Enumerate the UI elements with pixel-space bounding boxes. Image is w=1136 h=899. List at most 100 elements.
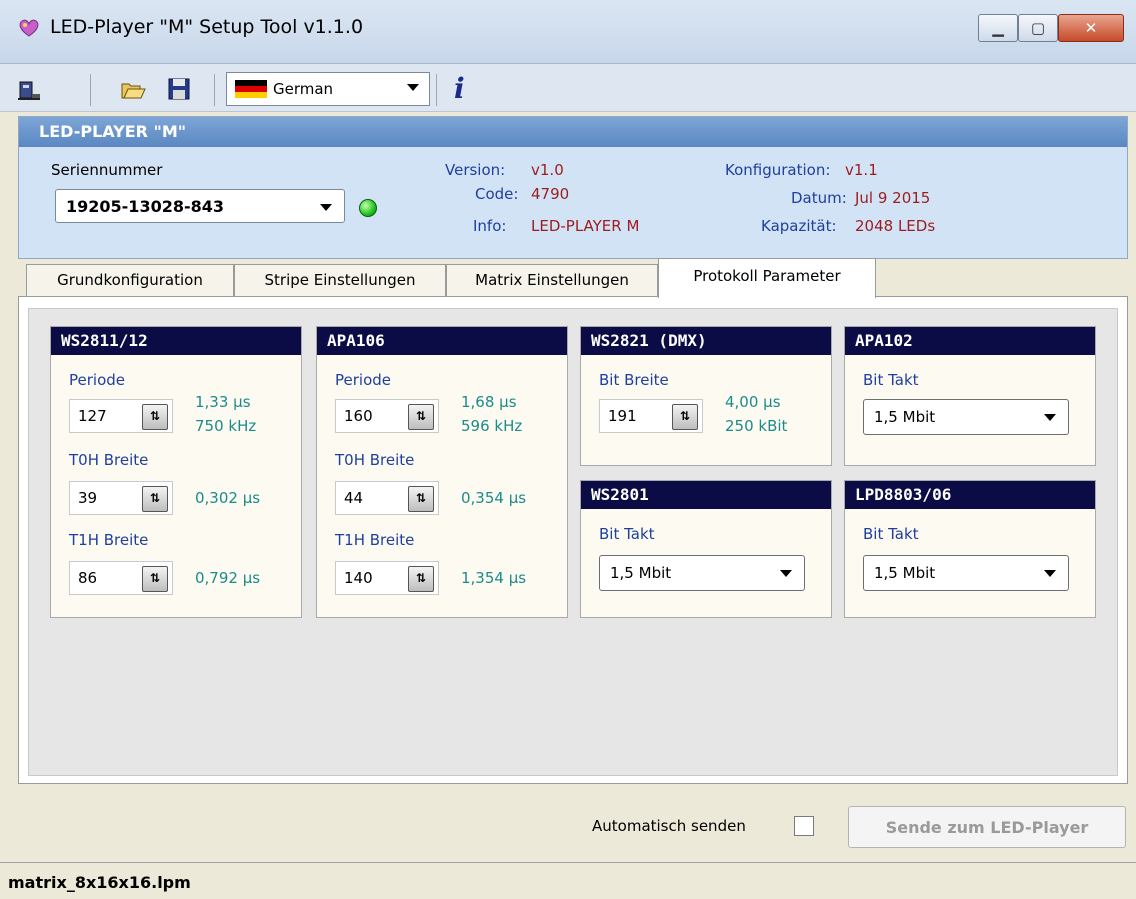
group-ws2821: WS2821 (DMX) Bit Breite 191 ⇅ 4,00 µs 25… <box>580 326 832 466</box>
tab-label: Stripe Einstellungen <box>264 271 416 289</box>
group-ws2811: WS2811/12 Periode 127 ⇅ 1,33 µs 750 kHz … <box>50 326 302 618</box>
minimize-button[interactable]: ▁ <box>978 14 1018 42</box>
tab-protokoll-parameter[interactable]: Protokoll Parameter <box>658 258 876 298</box>
bit-takt-label: Bit Takt <box>863 525 919 543</box>
version-label: Version: <box>445 161 506 179</box>
connection-status-led <box>359 199 377 217</box>
bit-takt-label: Bit Takt <box>599 525 655 543</box>
language-label: German <box>273 80 334 98</box>
bit-breite-rate: 250 kBit <box>725 417 788 435</box>
periode-spinner[interactable]: 160 ⇅ <box>335 399 439 433</box>
t0h-time: 0,354 µs <box>461 489 527 507</box>
device-panel: LED-PLAYER "M" Seriennummer Version: v1.… <box>18 116 1128 259</box>
konfiguration-value: v1.1 <box>845 161 878 179</box>
periode-frequency: 750 kHz <box>195 417 257 435</box>
chevron-down-icon <box>1044 570 1056 577</box>
auto-send-label: Automatisch senden <box>592 817 746 835</box>
version-value: v1.0 <box>531 161 564 179</box>
bit-takt-value: 1,5 Mbit <box>874 408 936 426</box>
save-icon[interactable] <box>166 76 192 102</box>
t1h-label: T1H Breite <box>69 531 149 549</box>
chevron-down-icon <box>780 570 792 577</box>
group-ws2801: WS2801 Bit Takt 1,5 Mbit <box>580 480 832 618</box>
kapazitaet-value: 2048 LEDs <box>855 217 936 235</box>
t0h-value: 44 <box>344 489 364 507</box>
code-value: 4790 <box>531 185 570 203</box>
bit-breite-value: 191 <box>608 407 637 425</box>
kapazitaet-label: Kapazität: <box>761 217 837 235</box>
tab-matrix-einstellungen[interactable]: Matrix Einstellungen <box>446 264 658 296</box>
bit-takt-label: Bit Takt <box>863 371 919 389</box>
t0h-label: T0H Breite <box>335 451 415 469</box>
toolbar-separator <box>436 74 437 106</box>
spin-arrows-icon[interactable]: ⇅ <box>408 486 434 512</box>
periode-spinner[interactable]: 127 ⇅ <box>69 399 173 433</box>
send-to-led-player-button[interactable]: Sende zum LED-Player <box>848 806 1126 848</box>
open-folder-icon[interactable] <box>120 76 146 102</box>
periode-time: 1,68 µs <box>461 393 517 411</box>
bit-breite-spinner[interactable]: 191 ⇅ <box>599 399 703 433</box>
group-title: APA102 <box>845 327 1095 355</box>
t1h-spinner[interactable]: 86 ⇅ <box>69 561 173 595</box>
group-title: WS2821 (DMX) <box>581 327 831 355</box>
window-title: LED-Player "M" Setup Tool v1.1.0 <box>50 16 364 38</box>
close-button[interactable]: ✕ <box>1058 14 1124 42</box>
bit-takt-value: 1,5 Mbit <box>610 564 672 582</box>
tab-label: Matrix Einstellungen <box>475 271 629 289</box>
bit-takt-select[interactable]: 1,5 Mbit <box>863 555 1069 591</box>
tab-stripe-einstellungen[interactable]: Stripe Einstellungen <box>234 264 446 296</box>
t0h-value: 39 <box>78 489 98 507</box>
spin-arrows-icon[interactable]: ⇅ <box>142 486 168 512</box>
group-title: LPD8803/06 <box>845 481 1095 509</box>
toolbar: German i <box>0 64 1136 112</box>
serial-number-value: 19205-13028-843 <box>66 197 225 216</box>
tab-label: Grundkonfiguration <box>57 271 203 289</box>
t0h-spinner[interactable]: 44 ⇅ <box>335 481 439 515</box>
language-select[interactable]: German <box>226 72 430 106</box>
t0h-label: T0H Breite <box>69 451 149 469</box>
info-value: LED-PLAYER M <box>531 217 640 235</box>
periode-value: 127 <box>78 407 107 425</box>
group-title: WS2801 <box>581 481 831 509</box>
spin-arrows-icon[interactable]: ⇅ <box>142 566 168 592</box>
info-icon[interactable]: i <box>454 72 465 105</box>
minimize-icon: ▁ <box>992 19 1004 37</box>
connect-icon[interactable] <box>16 76 42 102</box>
info-label: Info: <box>473 217 507 235</box>
german-flag-icon <box>235 80 267 98</box>
chevron-down-icon <box>320 204 332 211</box>
bit-takt-select[interactable]: 1,5 Mbit <box>863 399 1069 435</box>
group-title: APA106 <box>317 327 567 355</box>
periode-value: 160 <box>344 407 373 425</box>
t0h-time: 0,302 µs <box>195 489 261 507</box>
maximize-button[interactable]: ▢ <box>1018 14 1058 42</box>
toolbar-separator <box>90 74 91 106</box>
group-lpd8803: LPD8803/06 Bit Takt 1,5 Mbit <box>844 480 1096 618</box>
spin-arrows-icon[interactable]: ⇅ <box>408 566 434 592</box>
periode-frequency: 596 kHz <box>461 417 523 435</box>
close-icon: ✕ <box>1084 19 1098 37</box>
app-logo-icon <box>19 19 39 37</box>
group-apa106: APA106 Periode 160 ⇅ 1,68 µs 596 kHz T0H… <box>316 326 568 618</box>
serial-label: Seriennummer <box>51 161 163 179</box>
spin-arrows-icon[interactable]: ⇅ <box>672 404 698 430</box>
tab-label: Protokoll Parameter <box>693 267 841 285</box>
toolbar-separator <box>214 74 215 106</box>
t1h-spinner[interactable]: 140 ⇅ <box>335 561 439 595</box>
datum-value: Jul 9 2015 <box>855 189 931 207</box>
t1h-value: 86 <box>78 569 98 587</box>
status-bar: matrix_8x16x16.lpm <box>0 862 1136 899</box>
title-bar: LED-Player "M" Setup Tool v1.1.0 ▁ ▢ ✕ <box>0 0 1136 64</box>
tab-grundkonfiguration[interactable]: Grundkonfiguration <box>26 264 234 296</box>
bit-takt-select[interactable]: 1,5 Mbit <box>599 555 805 591</box>
serial-number-select[interactable]: 19205-13028-843 <box>55 189 345 223</box>
periode-label: Periode <box>335 371 392 389</box>
group-apa102: APA102 Bit Takt 1,5 Mbit <box>844 326 1096 466</box>
chevron-down-icon <box>407 84 419 91</box>
spin-arrows-icon[interactable]: ⇅ <box>408 404 434 430</box>
t1h-time: 1,354 µs <box>461 569 527 587</box>
spin-arrows-icon[interactable]: ⇅ <box>142 404 168 430</box>
bit-breite-label: Bit Breite <box>599 371 669 389</box>
auto-send-checkbox[interactable] <box>794 816 814 836</box>
t0h-spinner[interactable]: 39 ⇅ <box>69 481 173 515</box>
